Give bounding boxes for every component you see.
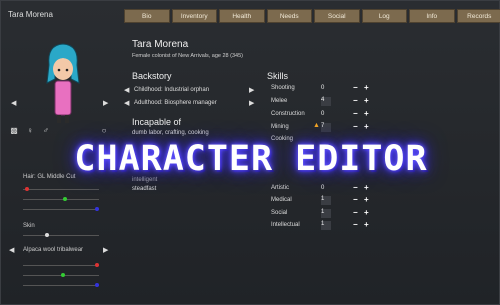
character-editor-banner: CHARACTER EDITOR [74, 139, 428, 179]
tab-needs[interactable]: Needs [266, 9, 312, 23]
gender-male-icon[interactable]: ♂ [41, 125, 51, 135]
incapable-text: dumb labor, crafting, cooking [132, 130, 209, 136]
adulthood-label: Adulthood: Biosphere manager [134, 100, 217, 106]
trait-steadfast: steadfast [132, 186, 157, 192]
pawn-name: Tara Morena [132, 39, 189, 50]
skill-construction-minus[interactable]: − [353, 109, 358, 118]
skill-social-value: 1 [321, 209, 331, 218]
apparel-blue-slider[interactable] [23, 283, 99, 287]
tab-social[interactable]: Social [314, 9, 360, 23]
skill-melee-plus[interactable]: + [364, 96, 369, 105]
prev-adulthood-arrow[interactable]: ◀ [124, 99, 129, 107]
next-apparel-arrow[interactable]: ▶ [103, 246, 108, 254]
skill-medical-plus[interactable]: + [364, 195, 369, 204]
skill-mining-plus[interactable]: + [364, 122, 369, 131]
skin-label: Skin [23, 223, 35, 229]
skill-artistic-value: 0 [321, 185, 325, 191]
tab-bar: Bio Inventory Health Needs Social Log In… [124, 9, 500, 23]
skill-mining-label: Mining [271, 124, 289, 130]
skill-social-minus[interactable]: − [353, 208, 358, 217]
backstory-heading: Backstory [132, 71, 172, 81]
next-childhood-arrow[interactable]: ▶ [249, 86, 254, 94]
passion-flame-icon: ▲ [313, 122, 320, 129]
skill-artistic-plus[interactable]: + [364, 183, 369, 192]
character-window: Tara Morena Bio Inventory Health Needs S… [0, 0, 500, 305]
hair-blue-slider[interactable] [23, 207, 99, 211]
skill-construction-value: 0 [321, 111, 325, 117]
skill-medical-value: 1 [321, 196, 331, 205]
icon-row: ▩ ♀ ♂ [9, 125, 51, 135]
apparel-green-slider[interactable] [23, 273, 99, 277]
skill-medical-label: Medical [271, 197, 292, 203]
skill-shooting-value: 0 [321, 85, 325, 91]
skill-artistic-minus[interactable]: − [353, 183, 358, 192]
skill-intellectual-minus[interactable]: − [353, 220, 358, 229]
skill-melee-value: 4 [321, 97, 331, 106]
skill-artistic-label: Artistic [271, 185, 289, 191]
skill-shooting-label: Shooting [271, 85, 295, 91]
hair-green-slider[interactable] [23, 197, 99, 201]
tab-inventory[interactable]: Inventory [171, 9, 217, 23]
skill-intellectual-plus[interactable]: + [364, 220, 369, 229]
tab-bio[interactable]: Bio [124, 9, 170, 23]
skill-medical-minus[interactable]: − [353, 195, 358, 204]
skills-heading: Skills [267, 71, 289, 81]
tab-health[interactable]: Health [219, 9, 265, 23]
apparel-red-slider[interactable] [23, 263, 99, 267]
skill-social-label: Social [271, 210, 288, 216]
tab-records[interactable]: Records [456, 9, 500, 23]
tab-info[interactable]: Info [409, 9, 455, 23]
skin-slider[interactable] [23, 233, 99, 237]
tab-log[interactable]: Log [361, 9, 407, 23]
next-adulthood-arrow[interactable]: ▶ [249, 99, 254, 107]
apparel-label: Alpaca wool tribalwear [23, 247, 84, 253]
skill-melee-label: Melee [271, 98, 288, 104]
randomize-icon[interactable]: ▩ [9, 125, 19, 135]
skill-melee-minus[interactable]: − [353, 96, 358, 105]
skill-mining-minus[interactable]: − [353, 122, 358, 131]
skill-mining-value: 7 [321, 123, 331, 132]
skill-construction-plus[interactable]: + [364, 109, 369, 118]
skill-shooting-plus[interactable]: + [364, 83, 369, 92]
window-title: Tara Morena [8, 10, 53, 19]
pawn-portrait [46, 43, 80, 123]
incapable-heading: Incapable of [132, 117, 182, 127]
skill-construction-label: Construction [271, 111, 305, 117]
next-body-arrow[interactable]: ▶ [103, 99, 108, 107]
body-icon[interactable]: ○ [99, 125, 109, 135]
hair-red-slider[interactable] [23, 187, 99, 191]
pawn-subtitle: Female colonist of New Arrivals, age 28 … [132, 53, 243, 59]
skill-intellectual-label: Intellectual [271, 222, 300, 228]
prev-apparel-arrow[interactable]: ◀ [9, 246, 14, 254]
skill-intellectual-value: 1 [321, 221, 331, 230]
prev-body-arrow[interactable]: ◀ [11, 99, 16, 107]
skill-social-plus[interactable]: + [364, 208, 369, 217]
prev-childhood-arrow[interactable]: ◀ [124, 86, 129, 94]
childhood-label: Childhood: Industrial orphan [134, 87, 210, 93]
skill-shooting-minus[interactable]: − [353, 83, 358, 92]
gender-female-icon[interactable]: ♀ [25, 125, 35, 135]
